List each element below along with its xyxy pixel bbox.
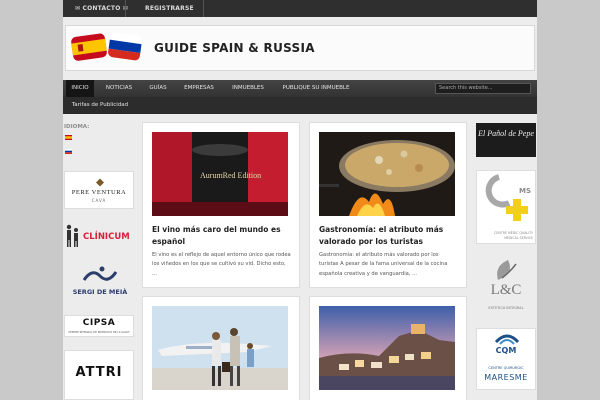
nav-item-guias[interactable]: GUÍAS bbox=[143, 80, 173, 97]
russian-flag-icon[interactable] bbox=[65, 149, 72, 154]
russia-flag-icon bbox=[107, 31, 143, 61]
nav-item-publique[interactable]: PUBLIQUE SU INMUEBLE bbox=[275, 80, 357, 97]
ms-logo-icon bbox=[485, 174, 528, 221]
spain-flag-icon bbox=[70, 32, 108, 62]
ad-el-panol-name: El Pañol de Pepe bbox=[478, 129, 534, 138]
post-image-wine-label: AurumRed Edition bbox=[200, 171, 261, 180]
post-image-wine[interactable]: AurumRed Edition bbox=[152, 132, 288, 216]
post-image-paella[interactable] bbox=[319, 132, 455, 216]
ad-ms-sub: CENTRE MÈDIC QUALITY MEDICAL SERVICE bbox=[494, 231, 533, 240]
ad-lc-estetica[interactable]: L&C ESTETICA INTEGRAL bbox=[478, 258, 534, 316]
site-title[interactable]: GUIDE SPAIN & RUSSIA bbox=[154, 41, 315, 55]
ad-sergi-name: SERGI DE MEIÀ bbox=[72, 288, 128, 296]
post-card[interactable]: Gastronomía: el atributo más valorado po… bbox=[309, 122, 467, 288]
search-input[interactable]: Search this website... bbox=[435, 83, 531, 94]
ad-el-panol[interactable]: El Pañol de Pepe bbox=[476, 123, 536, 157]
post-title[interactable]: El vino más caro del mundo es español bbox=[152, 224, 292, 247]
ad-cipsa[interactable]: CIPSA CENTRE INTEGRAL DE PROMOCIÓ DE LA … bbox=[64, 315, 134, 337]
post-excerpt: El vino es el reflejo de aquel entorno ú… bbox=[152, 252, 291, 277]
site-header: GUIDE SPAIN & RUSSIA bbox=[65, 25, 535, 71]
cqm-logo-icon bbox=[494, 334, 520, 345]
main-nav: INICIO NOTICIAS GUÍAS EMPRESAS INMUEBLES… bbox=[63, 80, 537, 114]
nav-item-empresas[interactable]: EMPRESAS bbox=[177, 80, 221, 97]
spanish-flag-icon[interactable] bbox=[65, 135, 72, 140]
topbar-divider bbox=[125, 0, 126, 17]
ad-cipsa-sub: CENTRE INTEGRAL DE PROMOCIÓ DE LA SALUT bbox=[68, 331, 130, 334]
ad-clinicum[interactable]: CLÍNICUM bbox=[64, 222, 136, 250]
contacto-link[interactable]: ✉ CONTACTO ✉ bbox=[75, 0, 128, 17]
post-card[interactable] bbox=[142, 296, 300, 400]
registrarse-link[interactable]: REGISTRARSE bbox=[145, 0, 194, 17]
ad-sergi-de-meia[interactable]: SERGI DE MEIÀ bbox=[66, 264, 134, 298]
sergi-logo-icon bbox=[82, 266, 118, 281]
ad-pere-ventura-sub: CAVA bbox=[91, 198, 107, 203]
post-title[interactable]: Gastronomía: el atributo más valorado po… bbox=[319, 224, 459, 247]
language-label: IDIOMA: bbox=[64, 124, 90, 130]
ad-lc-name: L&C bbox=[490, 282, 522, 298]
ad-cqm-name: CQM bbox=[495, 346, 517, 355]
post-image-family-jet[interactable] bbox=[152, 306, 288, 390]
ad-pere-ventura-name: PERE VENTURA bbox=[71, 189, 127, 196]
ad-cipsa-name: CIPSA bbox=[82, 318, 116, 328]
ad-lc-sub: ESTETICA INTEGRAL bbox=[488, 306, 524, 310]
ad-clinicum-name: CLÍNICUM bbox=[83, 232, 130, 242]
ad-cqm-maresme[interactable]: CQM CENTRE QUIRÚRGIC MARESME bbox=[476, 328, 536, 390]
post-card[interactable] bbox=[309, 296, 467, 400]
top-bar: ✉ CONTACTO ✉ REGISTRARSE bbox=[63, 0, 537, 17]
nav-row-primary: INICIO NOTICIAS GUÍAS EMPRESAS INMUEBLES… bbox=[63, 80, 537, 97]
nav-item-tarifas[interactable]: Tarifas de Publicidad bbox=[69, 97, 131, 114]
nav-row-secondary: Tarifas de Publicidad bbox=[63, 97, 537, 114]
ad-attri-name: ATTRI bbox=[75, 365, 123, 380]
ad-ms-name: MS bbox=[519, 187, 532, 195]
topbar-divider bbox=[203, 0, 204, 17]
family-icon bbox=[66, 224, 78, 247]
ad-attri[interactable]: ATTRI bbox=[64, 350, 134, 400]
post-image-coastal-town[interactable] bbox=[319, 306, 455, 390]
post-card[interactable]: AurumRed Edition El vino más caro del mu… bbox=[142, 122, 300, 288]
nav-item-noticias[interactable]: NOTICIAS bbox=[99, 80, 139, 97]
ad-pere-ventura[interactable]: PERE VENTURA CAVA bbox=[64, 171, 134, 209]
ad-cqm-maresme: MARESME bbox=[484, 373, 528, 382]
ad-cqm-sub: CENTRE QUIRÚRGIC bbox=[488, 366, 524, 370]
ad-centre-medic-ms[interactable]: MS CENTRE MÈDIC QUALITY MEDICAL SERVICE bbox=[476, 170, 536, 244]
nav-item-inicio[interactable]: INICIO bbox=[66, 80, 94, 97]
nav-item-inmuebles[interactable]: INMUEBLES bbox=[225, 80, 271, 97]
post-excerpt: Gastronomía: el atributo más valorado po… bbox=[319, 252, 448, 277]
leaf-logo-icon bbox=[497, 260, 517, 280]
pere-ventura-logo-icon bbox=[96, 178, 104, 187]
